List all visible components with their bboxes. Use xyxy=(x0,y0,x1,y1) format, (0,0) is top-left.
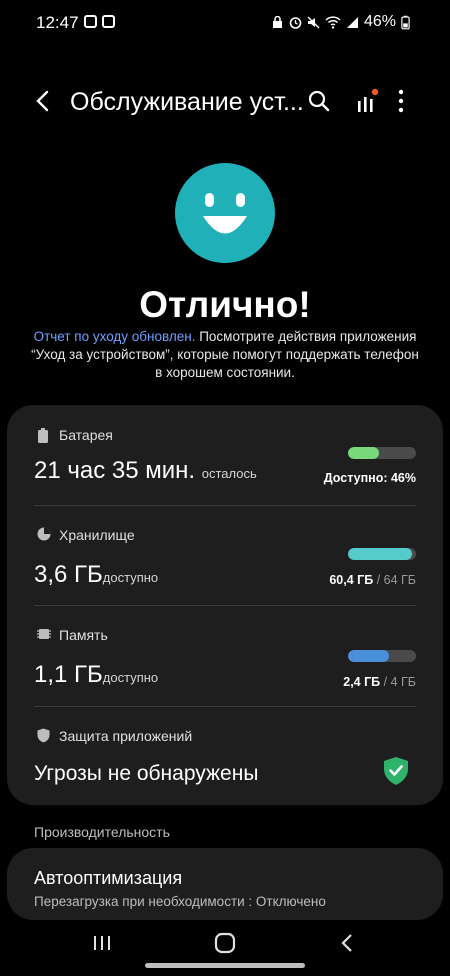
navigation-bar xyxy=(0,920,450,976)
gesture-handle xyxy=(145,963,305,968)
home-icon[interactable] xyxy=(214,932,236,954)
care-report-link[interactable]: Отчет по уходу обновлен. xyxy=(34,329,196,344)
auto-optimization-subtitle: Перезагрузка при необходимости : Отключе… xyxy=(34,894,326,909)
signal-icon xyxy=(346,16,358,28)
battery-label: Батарея xyxy=(59,427,113,443)
alarm-icon xyxy=(289,16,302,29)
battery-row[interactable]: Батарея 21 час 35 мин. осталось Доступно… xyxy=(7,405,443,505)
storage-meter xyxy=(348,548,416,560)
battery-value: 21 час 35 мин. осталось xyxy=(34,457,257,484)
battery-meter xyxy=(348,447,416,459)
battery-available: Доступно: 46% xyxy=(323,471,416,485)
search-icon[interactable] xyxy=(306,88,332,114)
memory-value: 1,1 ГБдоступно xyxy=(34,661,159,688)
auto-optimization-card[interactable]: Автооптимизация Перезагрузка при необход… xyxy=(7,848,443,920)
image-notification-icon xyxy=(102,15,115,28)
storage-row[interactable]: Хранилище 3,6 ГБдоступно 60,4 ГБ / 64 ГБ xyxy=(7,505,443,605)
status-bar: 12:47 46% xyxy=(0,0,450,44)
auto-optimization-title: Автооптимизация xyxy=(34,868,183,888)
app-protection-status: Угрозы не обнаружены xyxy=(34,762,259,785)
memory-label: Память xyxy=(59,627,108,643)
app-protection-label: Защита приложений xyxy=(59,728,193,744)
status-icons: 46% xyxy=(271,13,410,31)
more-options-icon[interactable] xyxy=(396,88,406,114)
shield-check-icon xyxy=(384,757,408,785)
memory-usage: 2,4 ГБ / 4 ГБ xyxy=(343,675,416,689)
mute-icon xyxy=(307,16,320,28)
storage-usage: 60,4 ГБ / 64 ГБ xyxy=(329,573,416,587)
status-description: Отчет по уходу обновлен. Посмотрите дейс… xyxy=(30,328,420,382)
storage-pie-icon xyxy=(37,527,51,541)
recent-apps-icon[interactable] xyxy=(92,934,112,952)
diagnostics-icon[interactable] xyxy=(355,86,381,116)
battery-icon xyxy=(401,15,410,29)
shield-icon xyxy=(37,728,50,743)
storage-label: Хранилище xyxy=(59,527,135,543)
back-nav-icon[interactable] xyxy=(338,932,358,954)
wifi-icon xyxy=(325,15,341,29)
app-protection-row[interactable]: Защита приложений Угрозы не обнаружены xyxy=(7,706,443,805)
memory-meter xyxy=(348,650,416,662)
device-status-card: Батарея 21 час 35 мин. осталось Доступно… xyxy=(7,405,443,805)
app-bar: Обслуживание уст... xyxy=(0,80,450,124)
happy-face-icon xyxy=(175,163,275,263)
status-time: 12:47 xyxy=(36,13,79,32)
memory-chip-icon xyxy=(37,629,51,639)
storage-value: 3,6 ГБдоступно xyxy=(34,561,159,588)
gallery-notification-icon xyxy=(84,15,97,28)
performance-section-label: Производительность xyxy=(34,824,170,840)
page-title: Обслуживание уст... xyxy=(70,88,304,116)
lock-icon xyxy=(272,15,282,28)
back-icon[interactable] xyxy=(30,86,56,116)
battery-percent: 46% xyxy=(363,13,396,30)
memory-row[interactable]: Память 1,1 ГБдоступно 2,4 ГБ / 4 ГБ xyxy=(7,605,443,705)
battery-icon xyxy=(38,428,48,443)
status-headline: Отлично! xyxy=(139,284,311,325)
